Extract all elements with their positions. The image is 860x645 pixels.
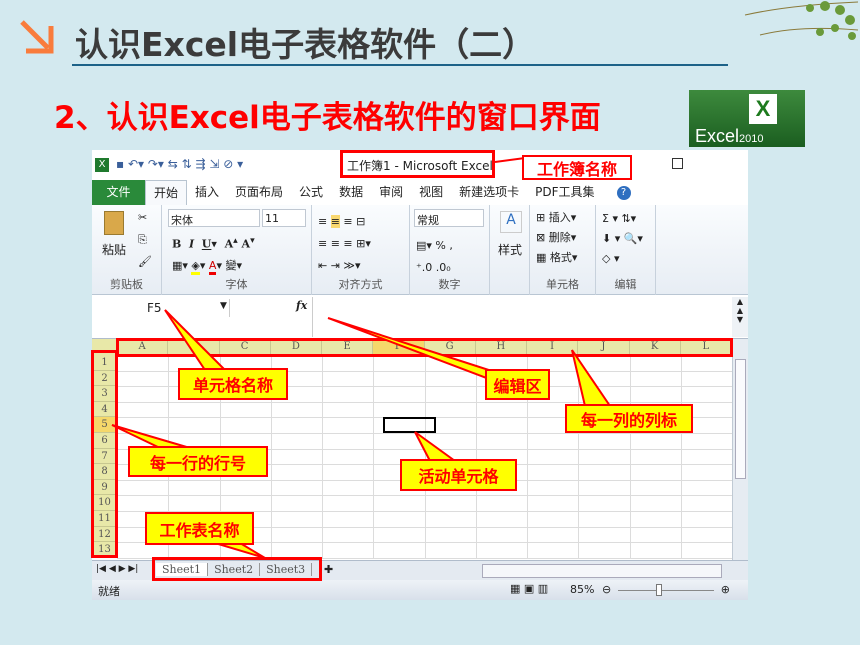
callout-workbook-name: 工作簿名称: [522, 155, 632, 180]
callout-sheet-name: 工作表名称: [145, 512, 254, 545]
callout-active-cell: 活动单元格: [400, 459, 517, 491]
callout-edit-area: 编辑区: [485, 369, 550, 400]
callout-pointers: [111, 157, 612, 559]
callout-column-labels: 每一列的列标: [565, 404, 693, 433]
callout-row-numbers: 每一行的行号: [128, 446, 268, 477]
callout-cell-name: 单元格名称: [178, 368, 288, 400]
